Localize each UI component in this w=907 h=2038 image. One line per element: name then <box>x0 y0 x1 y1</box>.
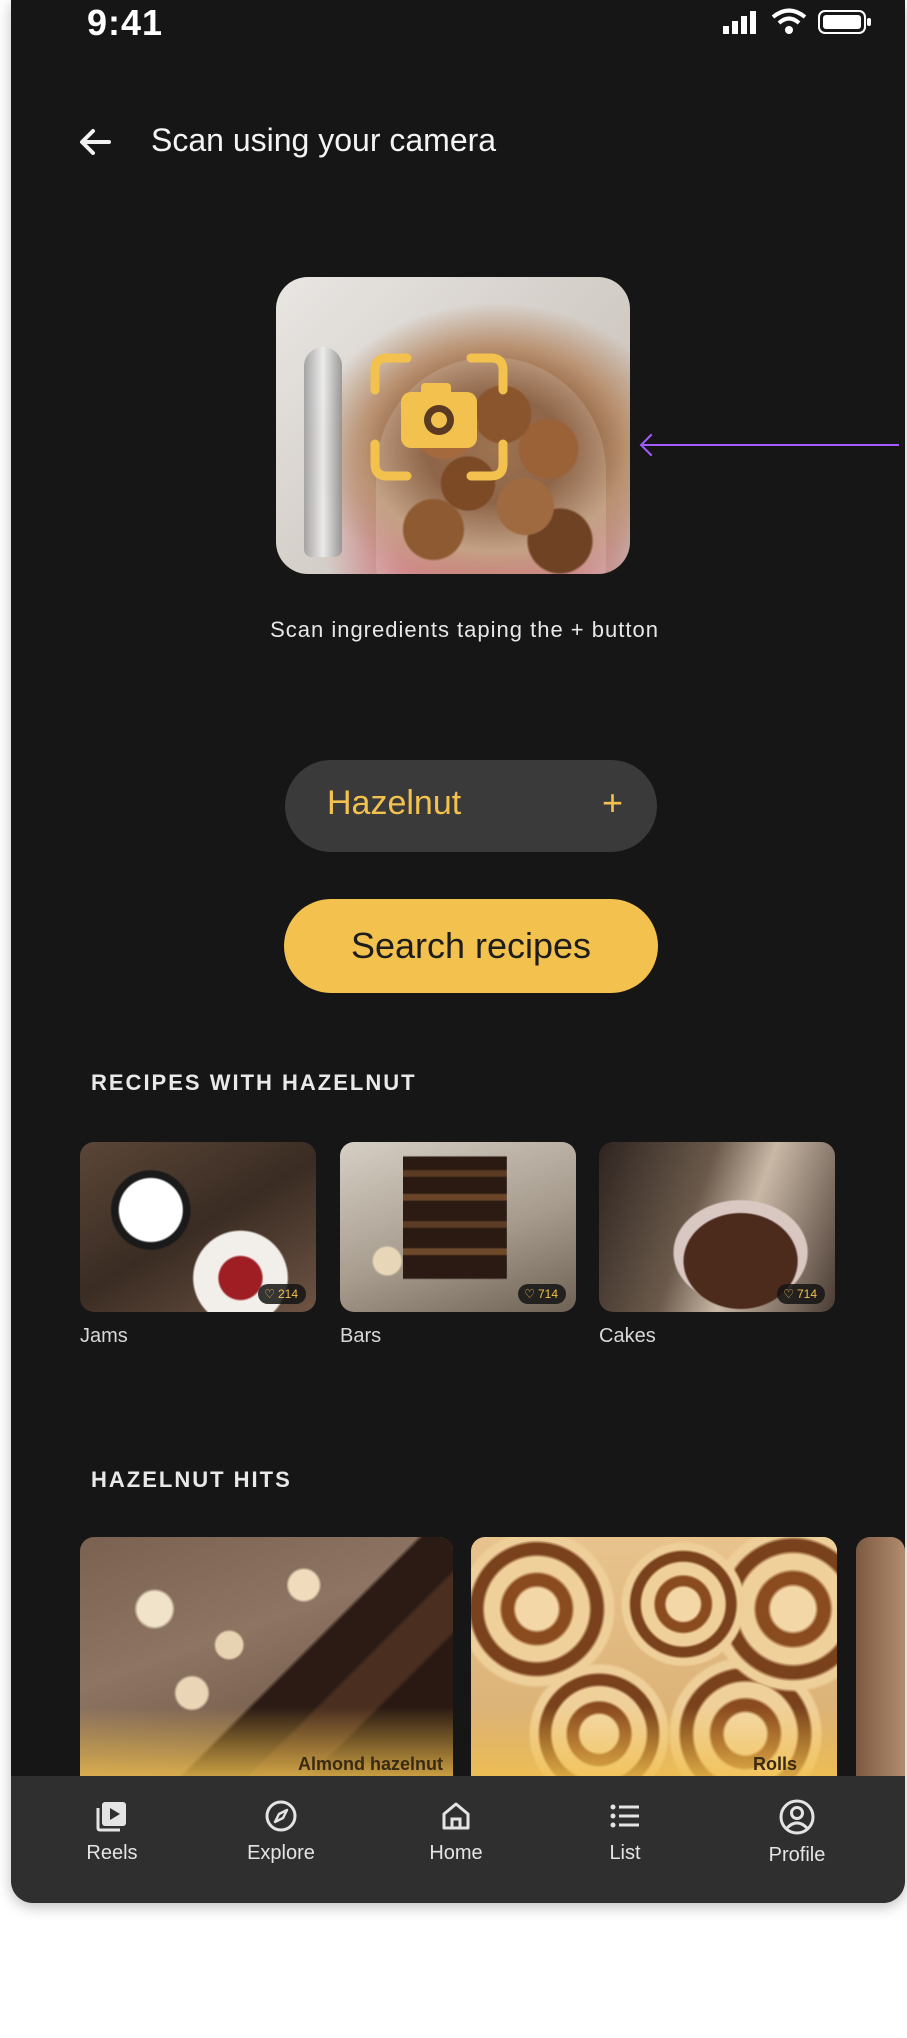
search-recipes-button[interactable]: Search recipes <box>284 899 658 993</box>
hit-card-rolls[interactable]: Rolls <box>471 1537 837 1777</box>
likes-count: 714 <box>537 1287 558 1301</box>
arrow-left-icon <box>80 129 111 155</box>
compass-icon <box>265 1800 297 1832</box>
camera-scan-icon <box>370 353 508 481</box>
reels-icon <box>96 1802 126 1832</box>
profile-icon <box>779 1799 815 1835</box>
spoon-image-detail <box>304 347 342 557</box>
recipe-card-jams[interactable]: ♡ 214 <box>80 1142 316 1312</box>
hit-image <box>856 1537 905 1777</box>
back-button[interactable] <box>73 120 117 164</box>
recipes-section-title: RECIPES WITH HAZELNUT <box>91 1070 417 1095</box>
ingredient-chip-hazelnut[interactable]: Hazelnut + <box>285 760 657 852</box>
hit-label: Rolls <box>752 1754 797 1774</box>
nav-item-explore[interactable]: Explore <box>221 1798 341 1865</box>
recipe-label: Bars <box>340 1325 382 1347</box>
battery-icon <box>818 10 871 34</box>
annotation-arrow-line <box>643 444 899 446</box>
likes-badge: ♡ 714 <box>518 1284 566 1304</box>
status-time: 9:41 <box>87 2 164 43</box>
likes-badge: ♡ 714 <box>777 1284 825 1304</box>
heart-icon: ♡ <box>524 1287 535 1301</box>
ingredient-chip-label: Hazelnut <box>327 784 462 822</box>
status-bar: 9:41 <box>11 0 905 58</box>
recipe-label: Jams <box>80 1325 128 1347</box>
status-icons <box>721 8 873 36</box>
camera-scan-preview[interactable] <box>276 277 630 574</box>
nav-label: Reels <box>86 1842 138 1864</box>
add-ingredient-button[interactable]: + <box>602 782 623 824</box>
bottom-nav: Reels Explore Home List Profile <box>11 1776 905 1903</box>
heart-icon: ♡ <box>783 1287 794 1301</box>
hit-label: Almond hazelnut <box>298 1754 443 1774</box>
likes-badge: ♡ 214 <box>258 1284 306 1304</box>
nav-label: Explore <box>247 1842 315 1864</box>
hit-card-partial[interactable] <box>856 1537 905 1777</box>
nav-item-list[interactable]: List <box>565 1798 685 1865</box>
likes-count: 714 <box>796 1287 817 1301</box>
page-title: Scan using your camera <box>151 122 497 158</box>
signal-icon <box>723 11 756 34</box>
scan-hint-text: Scan ingredients taping the + button <box>270 617 659 642</box>
nav-label: Profile <box>768 1844 826 1866</box>
phone-screen: 9:41 Scan using your camera Scan ingredi… <box>11 0 905 1903</box>
heart-icon: ♡ <box>264 1287 275 1301</box>
recipe-label: Cakes <box>599 1325 656 1347</box>
hit-card-almond-hazelnut[interactable]: Almond hazelnut <box>80 1537 453 1777</box>
hits-section-title: HAZELNUT HITS <box>91 1467 292 1492</box>
home-icon <box>442 1802 470 1830</box>
wifi-icon <box>771 8 807 34</box>
recipe-card-cakes[interactable]: ♡ 714 <box>599 1142 835 1312</box>
nav-item-home[interactable]: Home <box>396 1798 516 1865</box>
nav-label: List <box>609 1842 641 1864</box>
list-icon <box>610 1804 639 1828</box>
nav-item-reels[interactable]: Reels <box>52 1798 172 1865</box>
nav-item-profile[interactable]: Profile <box>737 1798 857 1867</box>
recipe-card-bars[interactable]: ♡ 714 <box>340 1142 576 1312</box>
likes-count: 214 <box>277 1287 298 1301</box>
nav-label: Home <box>429 1842 483 1864</box>
